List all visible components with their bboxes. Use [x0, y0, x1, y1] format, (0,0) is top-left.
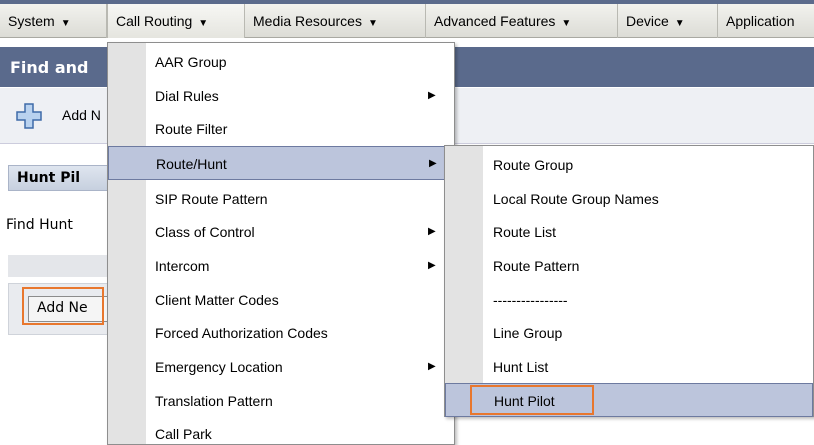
menu-item-translation-pattern[interactable]: Translation Pattern	[108, 384, 454, 418]
menu-system[interactable]: System ▼	[0, 4, 107, 38]
submenu-item-hunt-list[interactable]: Hunt List	[445, 350, 813, 384]
menu-application-label: Application	[726, 13, 795, 29]
menu-item-label: Client Matter Codes	[155, 292, 279, 308]
menu-item-label: Route Group	[493, 157, 574, 173]
menu-device-label: Device	[626, 13, 669, 29]
menu-item-label: Route Filter	[155, 121, 228, 137]
page-title: Find and	[10, 58, 89, 77]
toolbar-add-new-label[interactable]: Add N	[62, 107, 101, 123]
add-new-highlight	[22, 287, 104, 325]
menu-item-dial-rules[interactable]: Dial Rules ▶	[108, 79, 454, 113]
menu-item-label: SIP Route Pattern	[155, 191, 268, 207]
chevron-down-icon: ▼	[198, 18, 209, 29]
menu-item-label: Line Group	[493, 325, 563, 341]
add-new-icon[interactable]	[16, 103, 42, 129]
menu-item-label: Route Pattern	[493, 258, 580, 274]
chevron-right-icon: ▶	[429, 158, 437, 169]
menu-item-label: Emergency Location	[155, 359, 283, 375]
chevron-down-icon: ▼	[60, 18, 71, 29]
call-routing-menu: AAR Group Dial Rules ▶ Route Filter Rout…	[107, 42, 455, 445]
chevron-right-icon: ▶	[428, 260, 436, 271]
route-hunt-submenu: Route Group Local Route Group Names Rout…	[444, 145, 814, 417]
section-title: Hunt Pil	[17, 170, 81, 186]
menu-item-label: Intercom	[155, 258, 210, 274]
menu-item-class-of-control[interactable]: Class of Control ▶	[108, 215, 454, 249]
menu-item-route-filter[interactable]: Route Filter	[108, 112, 454, 146]
separator-label: ----------------	[493, 292, 568, 308]
menu-item-label: Dial Rules	[155, 88, 219, 104]
menu-item-emergency-location[interactable]: Emergency Location ▶	[108, 350, 454, 384]
chevron-down-icon: ▼	[561, 18, 572, 29]
menu-application[interactable]: Application	[718, 4, 814, 38]
menu-media-resources-label: Media Resources	[253, 13, 362, 29]
hunt-pilot-highlight	[470, 385, 594, 415]
menu-device[interactable]: Device ▼	[618, 4, 718, 38]
submenu-item-route-group[interactable]: Route Group	[445, 148, 813, 182]
chevron-right-icon: ▶	[428, 361, 436, 372]
chevron-down-icon: ▼	[674, 18, 685, 29]
menu-item-label: Forced Authorization Codes	[155, 325, 328, 341]
menu-advanced-features[interactable]: Advanced Features ▼	[426, 4, 618, 38]
menu-item-aar-group[interactable]: AAR Group	[108, 45, 454, 79]
menu-item-label: Class of Control	[155, 224, 255, 240]
menu-item-label: Local Route Group Names	[493, 191, 659, 207]
chevron-right-icon: ▶	[428, 90, 436, 101]
menu-item-intercom[interactable]: Intercom ▶	[108, 249, 454, 283]
menu-call-routing[interactable]: Call Routing ▼	[107, 4, 245, 38]
menu-item-label: Route/Hunt	[156, 156, 227, 172]
chevron-right-icon: ▶	[428, 226, 436, 237]
menu-item-label: Route List	[493, 224, 557, 240]
submenu-item-local-route-group-names[interactable]: Local Route Group Names	[445, 182, 813, 216]
menu-item-forced-authorization-codes[interactable]: Forced Authorization Codes	[108, 316, 454, 350]
menu-item-label: Call Park	[155, 426, 212, 442]
submenu-item-route-pattern[interactable]: Route Pattern	[445, 249, 813, 283]
submenu-separator: ----------------	[445, 283, 813, 317]
menu-item-call-park[interactable]: Call Park	[108, 417, 454, 445]
menu-advanced-features-label: Advanced Features	[434, 13, 556, 29]
menu-item-label: Hunt List	[493, 359, 549, 375]
menu-item-label: Translation Pattern	[155, 393, 273, 409]
chevron-down-icon: ▼	[367, 18, 378, 29]
menu-item-route-hunt[interactable]: Route/Hunt ▶	[108, 146, 454, 180]
menu-item-sip-route-pattern[interactable]: SIP Route Pattern	[108, 182, 454, 216]
menu-item-label: AAR Group	[155, 54, 227, 70]
menu-media-resources[interactable]: Media Resources ▼	[245, 4, 426, 38]
find-hunt-label: Find Hunt	[6, 217, 73, 233]
menu-system-label: System	[8, 13, 55, 29]
menu-call-routing-label: Call Routing	[116, 13, 193, 29]
menu-item-client-matter-codes[interactable]: Client Matter Codes	[108, 283, 454, 317]
submenu-item-line-group[interactable]: Line Group	[445, 316, 813, 350]
top-menubar: System ▼ Call Routing ▼ Media Resources ▼ A…	[0, 0, 814, 38]
submenu-item-route-list[interactable]: Route List	[445, 215, 813, 249]
